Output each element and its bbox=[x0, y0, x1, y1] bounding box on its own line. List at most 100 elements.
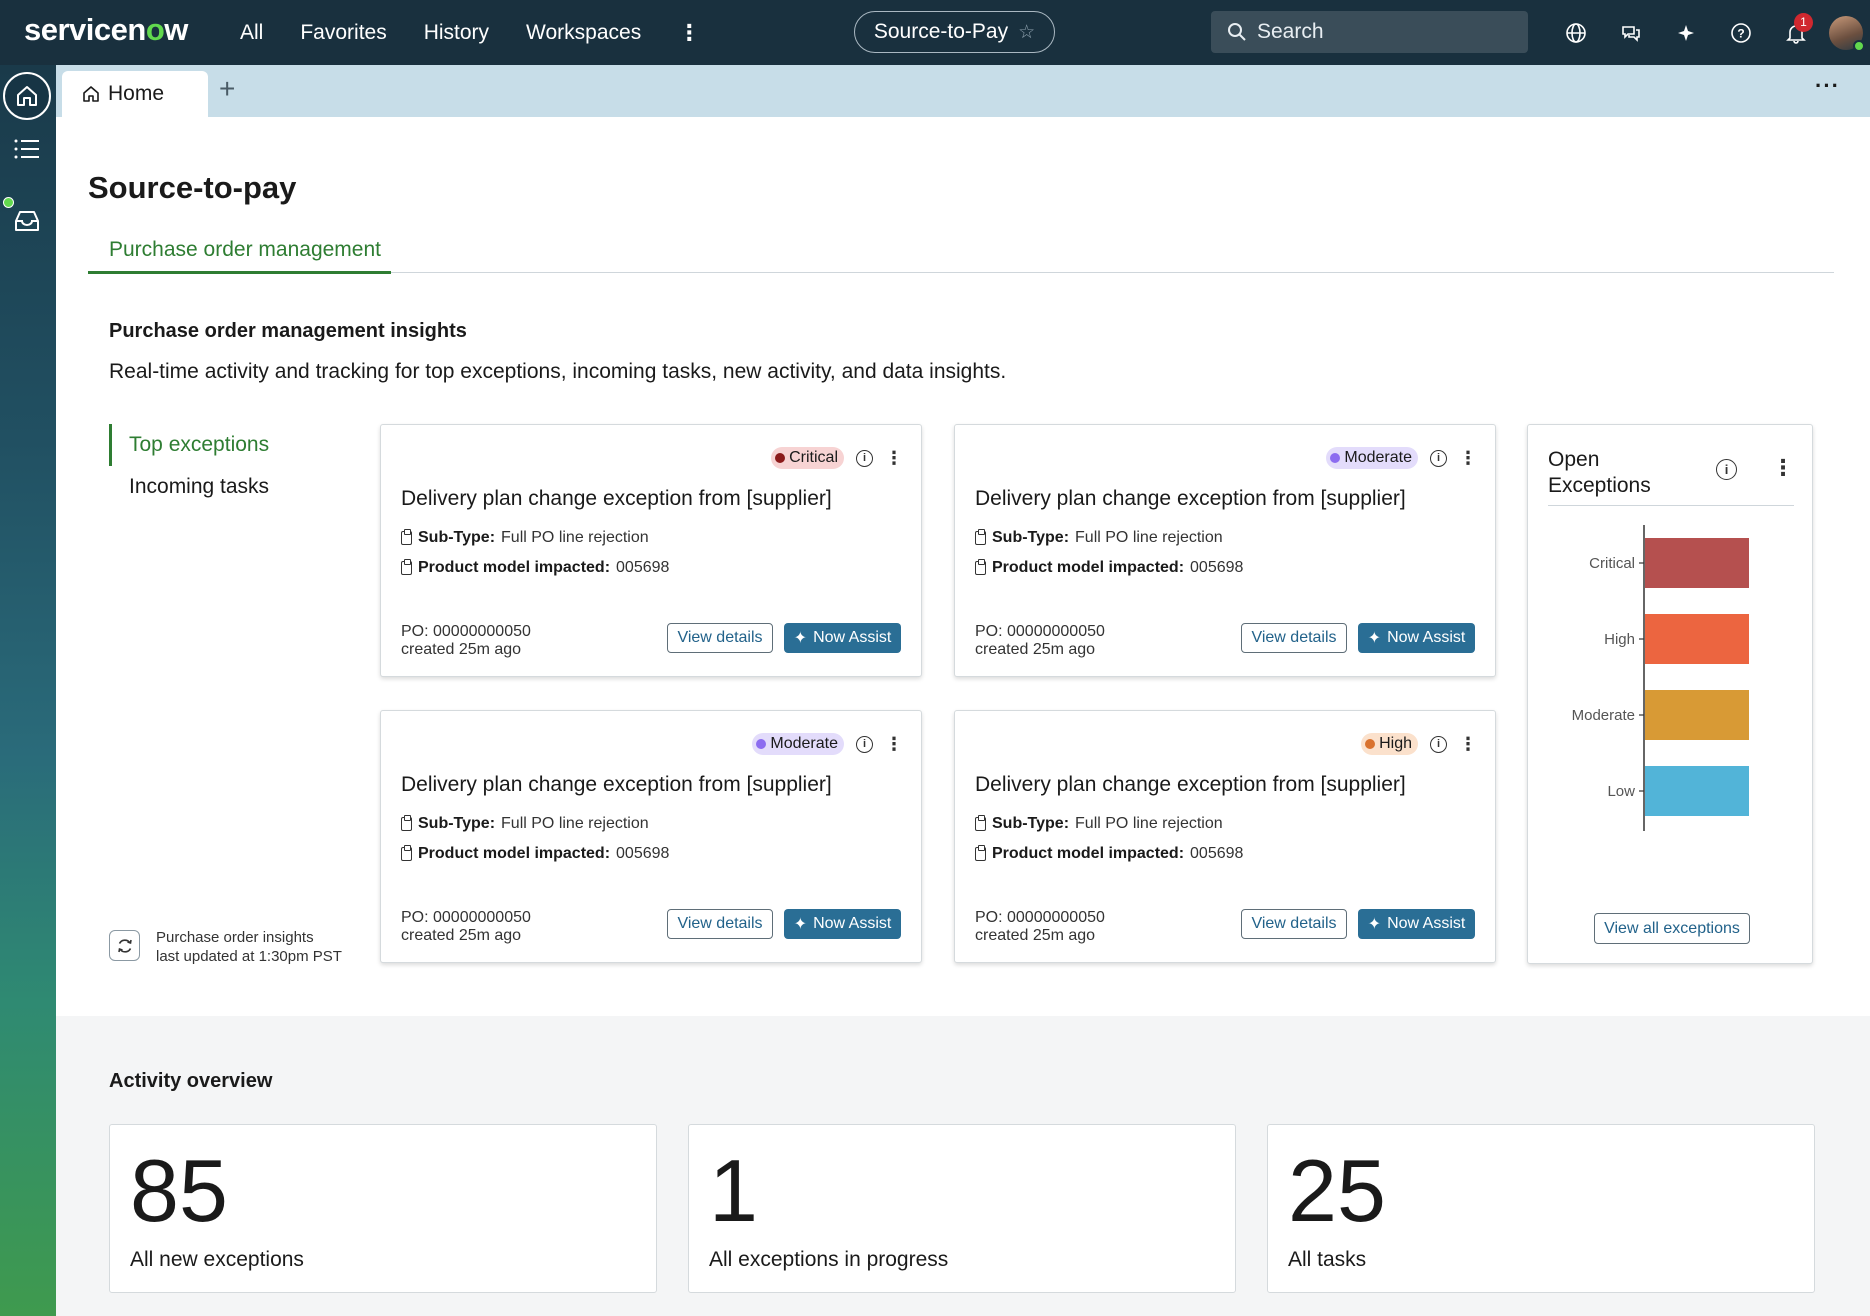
home-icon bbox=[17, 86, 37, 106]
product-row: Product model impacted: 005698 bbox=[401, 845, 669, 863]
product-label: Product model impacted: bbox=[418, 559, 611, 576]
product-label: Product model impacted: bbox=[418, 845, 611, 862]
add-tab-button[interactable]: + bbox=[219, 73, 235, 105]
info-icon[interactable]: i bbox=[1430, 735, 1447, 753]
created-time: created 25m ago bbox=[401, 927, 522, 944]
refresh-icon bbox=[117, 938, 132, 953]
info-icon[interactable]: i bbox=[1430, 449, 1447, 467]
product-row: Product model impacted: 005698 bbox=[401, 559, 669, 577]
nav-incoming-tasks[interactable]: Incoming tasks bbox=[109, 466, 269, 508]
subtype-value: Full PO line rejection bbox=[1075, 529, 1223, 546]
logo-text-start: servicen bbox=[24, 12, 146, 47]
po-number: PO: 00000000050 bbox=[975, 909, 1105, 926]
chat-icon[interactable] bbox=[1603, 13, 1658, 53]
stat-card-all-tasks[interactable]: 25 All tasks bbox=[1267, 1124, 1815, 1293]
info-icon[interactable]: i bbox=[856, 735, 873, 753]
search-placeholder: Search bbox=[1257, 20, 1324, 43]
exception-title[interactable]: Delivery plan change exception from [sup… bbox=[975, 487, 1406, 511]
severity-badge: Critical bbox=[771, 447, 844, 469]
tab-home[interactable]: Home bbox=[62, 71, 208, 117]
nav-favorites[interactable]: Favorites bbox=[300, 21, 386, 45]
more-options-icon[interactable]: ⋮ bbox=[1459, 448, 1477, 469]
search-icon bbox=[1228, 23, 1246, 41]
info-icon[interactable]: i bbox=[1716, 459, 1737, 480]
chart-bar-critical[interactable] bbox=[1645, 538, 1749, 588]
last-updated-line2: last updated at 1:30pm PST bbox=[156, 948, 342, 965]
inbox-icon[interactable] bbox=[11, 205, 43, 237]
now-assist-button[interactable]: ✦ Now Assist bbox=[784, 623, 901, 653]
stat-card-exceptions-in-progress[interactable]: 1 All exceptions in progress bbox=[688, 1124, 1236, 1293]
home-rail-button[interactable] bbox=[3, 72, 51, 120]
more-options-icon[interactable]: ⋮ bbox=[1459, 734, 1477, 755]
subtype-row: Sub-Type: Full PO line rejection bbox=[975, 529, 1223, 547]
tab-purchase-order-management[interactable]: Purchase order management bbox=[88, 238, 391, 274]
more-options-icon[interactable]: ⋮ bbox=[1772, 455, 1794, 481]
subtype-label: Sub-Type: bbox=[992, 815, 1070, 832]
stat-card-new-exceptions[interactable]: 85 All new exceptions bbox=[109, 1124, 657, 1293]
now-assist-label: Now Assist bbox=[813, 629, 892, 646]
nav-top-exceptions[interactable]: Top exceptions bbox=[109, 424, 269, 466]
chart-bar-low[interactable] bbox=[1645, 766, 1749, 816]
stat-value: 85 bbox=[130, 1141, 228, 1240]
product-value: 005698 bbox=[616, 559, 670, 576]
sparkle-icon[interactable] bbox=[1658, 13, 1713, 53]
top-icons: ? 1 bbox=[1548, 0, 1865, 65]
po-number: PO: 00000000050 bbox=[401, 623, 531, 640]
view-details-button[interactable]: View details bbox=[667, 623, 773, 653]
notifications-icon[interactable]: 1 bbox=[1768, 12, 1823, 53]
globe-icon[interactable] bbox=[1548, 13, 1603, 53]
help-icon[interactable]: ? bbox=[1713, 13, 1768, 53]
severity-dot bbox=[1330, 453, 1341, 463]
view-details-button[interactable]: View details bbox=[1241, 623, 1347, 653]
list-icon[interactable] bbox=[11, 133, 43, 165]
chart-tick-label: High bbox=[1604, 631, 1635, 648]
exception-card: Critical i ⋮ Delivery plan change exception… bbox=[380, 424, 922, 677]
exception-title[interactable]: Delivery plan change exception from [sup… bbox=[401, 773, 832, 797]
refresh-button[interactable] bbox=[109, 930, 140, 961]
servicenow-logo[interactable]: servicenow bbox=[24, 12, 188, 48]
more-options-icon[interactable]: ⋮ bbox=[885, 448, 903, 469]
created-time: created 25m ago bbox=[401, 641, 522, 658]
exception-title[interactable]: Delivery plan change exception from [sup… bbox=[401, 487, 832, 511]
last-updated-line1: Purchase order insights bbox=[156, 929, 314, 946]
svg-text:?: ? bbox=[1737, 26, 1744, 40]
view-details-button[interactable]: View details bbox=[667, 909, 773, 939]
view-all-exceptions-button[interactable]: View all exceptions bbox=[1594, 913, 1750, 944]
more-options-icon[interactable]: ⋮ bbox=[885, 734, 903, 755]
clipboard-icon bbox=[401, 815, 412, 831]
tab-more-icon[interactable]: ··· bbox=[1815, 73, 1840, 99]
user-avatar[interactable] bbox=[1829, 15, 1865, 52]
chart-bar-high[interactable] bbox=[1645, 614, 1749, 664]
now-assist-sparkle-icon: ✦ bbox=[793, 916, 808, 933]
nav-workspaces[interactable]: Workspaces bbox=[526, 21, 641, 45]
now-assist-label: Now Assist bbox=[813, 915, 892, 932]
nav-more-icon[interactable]: ⋮ bbox=[678, 20, 700, 46]
nav-history[interactable]: History bbox=[424, 21, 489, 45]
info-icon[interactable]: i bbox=[856, 449, 873, 467]
now-assist-sparkle-icon: ✦ bbox=[1367, 630, 1382, 647]
subtype-label: Sub-Type: bbox=[418, 815, 496, 832]
workspace-pill[interactable]: Source-to-Pay ☆ bbox=[854, 11, 1055, 53]
product-row: Product model impacted: 005698 bbox=[975, 845, 1243, 863]
chart-bar-moderate[interactable] bbox=[1645, 690, 1749, 740]
section-heading: Purchase order management insights bbox=[109, 320, 467, 342]
activity-heading: Activity overview bbox=[109, 1070, 273, 1092]
view-details-button[interactable]: View details bbox=[1241, 909, 1347, 939]
home-tab-icon bbox=[83, 86, 99, 102]
subtype-value: Full PO line rejection bbox=[1075, 815, 1223, 832]
nav-all[interactable]: All bbox=[240, 21, 263, 45]
now-assist-button[interactable]: ✦ Now Assist bbox=[784, 909, 901, 939]
severity-label: Critical bbox=[789, 449, 838, 466]
exception-card: Moderate i ⋮ Delivery plan change exception… bbox=[954, 424, 1496, 677]
severity-label: High bbox=[1379, 735, 1412, 752]
online-status-dot bbox=[1853, 39, 1865, 52]
exception-title[interactable]: Delivery plan change exception from [sup… bbox=[975, 773, 1406, 797]
activity-overview-section: Activity overview 85 All new exceptions … bbox=[56, 1016, 1870, 1316]
global-search[interactable]: Search bbox=[1211, 11, 1528, 53]
stat-label: All new exceptions bbox=[130, 1248, 304, 1271]
insights-nav: Top exceptions Incoming tasks bbox=[109, 424, 269, 508]
now-assist-button[interactable]: ✦ Now Assist bbox=[1358, 623, 1475, 653]
favorite-star-icon[interactable]: ☆ bbox=[1018, 21, 1035, 44]
severity-dot bbox=[756, 739, 767, 749]
now-assist-button[interactable]: ✦ Now Assist bbox=[1358, 909, 1475, 939]
